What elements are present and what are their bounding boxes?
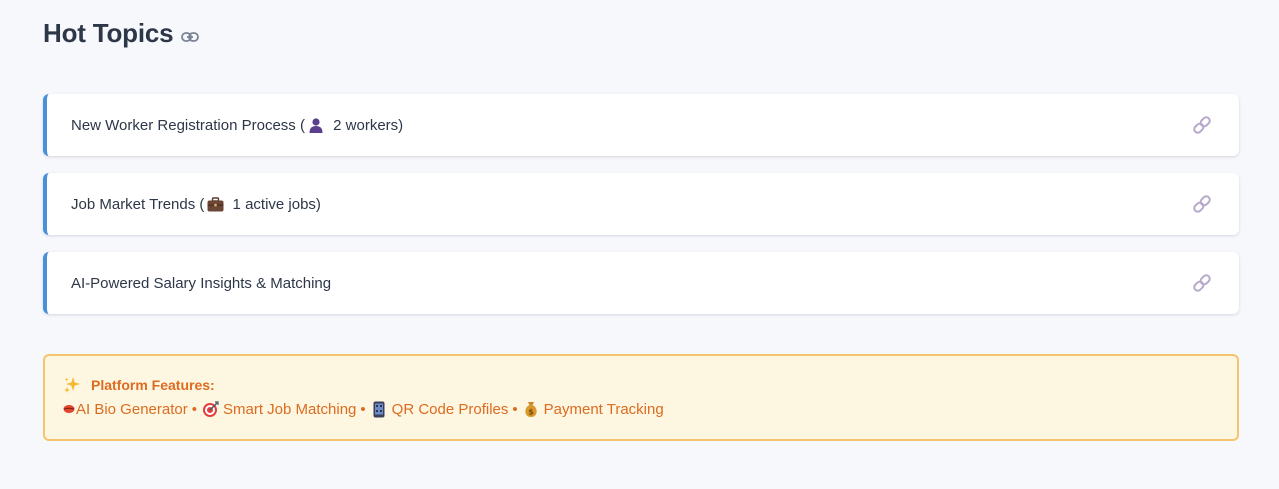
topic-label-start: Job Market Trends (: [71, 195, 205, 213]
svg-text:$: $: [528, 407, 534, 416]
features-heading: Platform Features:: [63, 374, 1237, 396]
feature-payment-tracking[interactable]: $ Payment Tracking: [522, 400, 664, 418]
chain-link-icon[interactable]: [1191, 114, 1213, 136]
topic-card-job-market[interactable]: Job Market Trends ( 1 active jobs): [43, 173, 1239, 235]
heading-row: Hot Topics: [43, 18, 200, 49]
topic-list: New Worker Registration Process ( 2 work…: [43, 94, 1239, 331]
topic-title: Job Market Trends ( 1 active jobs): [71, 195, 321, 213]
topic-label-count: 1 active jobs): [228, 195, 321, 213]
target-icon: [201, 400, 219, 418]
topic-label-start: AI-Powered Salary Insights & Matching: [71, 274, 332, 292]
money-bag-icon: $: [522, 400, 540, 418]
chain-link-icon[interactable]: [1191, 272, 1213, 294]
feature-ai-bio-generator[interactable]: AI Bio Generator: [63, 400, 188, 418]
feature-label: AI Bio Generator: [76, 400, 188, 418]
topic-title: New Worker Registration Process ( 2 work…: [71, 116, 403, 134]
feature-smart-job-matching[interactable]: Smart Job Matching: [201, 400, 356, 418]
topic-title: AI-Powered Salary Insights & Matching: [71, 275, 331, 292]
topic-label-count: 2 workers): [328, 116, 404, 134]
feature-qr-code-profiles[interactable]: QR Code Profiles: [370, 400, 509, 418]
mobile-phone-icon: [370, 400, 388, 418]
chain-link-icon[interactable]: [1191, 193, 1213, 215]
link-icon[interactable]: [181, 31, 200, 43]
lips-icon: [63, 400, 75, 418]
topic-label-start: New Worker Registration Process (: [71, 116, 305, 134]
feature-label: QR Code Profiles: [391, 400, 509, 418]
topic-card-worker-registration[interactable]: New Worker Registration Process ( 2 work…: [43, 94, 1239, 156]
page: Hot Topics New Worker Registration Proce…: [0, 0, 1279, 489]
features-list: AI Bio Generator • Smart Job Matching •: [63, 400, 1237, 418]
topic-card-salary-insights[interactable]: AI-Powered Salary Insights & Matching: [43, 252, 1239, 314]
page-title: Hot Topics: [43, 18, 174, 48]
platform-features-box: Platform Features: AI Bio Generator • Sm…: [43, 354, 1239, 441]
feature-label: Smart Job Matching: [223, 400, 357, 418]
briefcase-icon: [206, 195, 224, 213]
separator: •: [512, 400, 518, 418]
sparkles-icon: [63, 376, 81, 394]
feature-label: Payment Tracking: [543, 400, 664, 418]
separator: •: [191, 400, 197, 418]
person-icon: [307, 116, 325, 134]
features-title: Platform Features:: [91, 377, 215, 393]
separator: •: [360, 400, 366, 418]
